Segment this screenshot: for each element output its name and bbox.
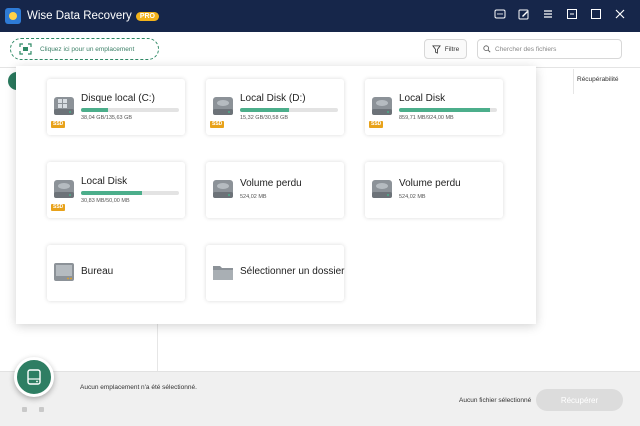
disk-name: Volume perdu (399, 178, 461, 189)
toolbar: Cliquez ici pour un emplacement Filtre (0, 32, 640, 68)
select-folder-card[interactable]: Sélectionner un dossier (206, 245, 345, 301)
desktop-icon (54, 263, 74, 281)
disk-name: Disque local (C:) (81, 93, 155, 104)
file-status-text: Aucun fichier sélectionné (459, 397, 532, 404)
ssd-badge: SSD (210, 121, 225, 128)
title-bar: Wise Data Recovery PRO (0, 0, 640, 32)
scan-target-icon (19, 43, 32, 55)
pager-dot[interactable] (22, 407, 27, 412)
disk-size: 30,83 MB/50,00 MB (81, 198, 130, 204)
location-card-local-disk-1[interactable]: SSD Local Disk 859,71 MB/924,00 MB (365, 79, 503, 135)
disk-name: Local Disk (399, 93, 446, 104)
ssd-badge: SSD (369, 121, 384, 128)
location-card-disque-c[interactable]: SSD Disque local (C:) 38,04 GB/135,63 GB (47, 79, 185, 135)
disk-size: 15,32 GB/30,58 GB (240, 115, 289, 121)
disk-usage-bar (81, 191, 179, 195)
filter-icon (431, 44, 441, 54)
location-selector[interactable]: Cliquez ici pour un emplacement (10, 38, 159, 60)
message-icon[interactable] (494, 8, 506, 20)
location-card-bureau[interactable]: Bureau (47, 245, 185, 301)
drive-icon (27, 369, 41, 385)
disk-name: Volume perdu (240, 178, 302, 189)
ssd-badge: SSD (51, 121, 66, 128)
filter-button[interactable]: Filtre (424, 39, 467, 59)
location-selector-label: Cliquez ici pour un emplacement (40, 45, 135, 53)
window-controls (494, 8, 626, 20)
folder-icon (213, 266, 233, 280)
minimize-icon[interactable] (566, 8, 578, 20)
search-box (477, 39, 622, 59)
app-title: Wise Data Recovery (27, 10, 132, 22)
location-card-local-disk-2[interactable]: SSD Local Disk 30,83 MB/50,00 MB (47, 162, 185, 218)
menu-icon[interactable] (542, 8, 554, 20)
recover-button[interactable]: Récupérer (536, 389, 623, 411)
pro-badge: PRO (135, 11, 159, 21)
location-card-volume-perdu-2[interactable]: Volume perdu 524,02 MB (365, 162, 503, 218)
drive-selector-button[interactable] (14, 357, 54, 397)
location-status-text: Aucun emplacement n'a été sélectionné. (80, 384, 197, 391)
disk-size: 524,02 MB (240, 194, 267, 200)
location-card-local-disk-d[interactable]: SSD Local Disk (D:) 15,32 GB/30,58 GB (206, 79, 344, 135)
disk-usage-fill (399, 108, 491, 112)
hard-drive-icon (213, 97, 233, 115)
pager-dots (22, 407, 44, 412)
feedback-edit-icon[interactable] (518, 8, 530, 20)
disk-name: Local Disk (D:) (240, 93, 306, 104)
column-header-recoverability[interactable]: Récupérabilité (573, 69, 640, 94)
disk-size: 859,71 MB/924,00 MB (399, 115, 454, 121)
app-logo-icon (5, 8, 21, 24)
hard-drive-icon (372, 97, 392, 115)
disk-usage-fill (81, 191, 142, 195)
search-icon (483, 45, 491, 53)
disk-size: 38,04 GB/135,63 GB (81, 115, 133, 121)
search-input[interactable] (495, 45, 615, 53)
disk-size: 524,02 MB (399, 194, 426, 200)
disk-name: Sélectionner un dossier (240, 266, 345, 277)
disk-usage-fill (240, 108, 289, 112)
ssd-badge: SSD (51, 204, 66, 211)
location-card-volume-perdu-1[interactable]: Volume perdu 524,02 MB (206, 162, 344, 218)
disk-name: Bureau (81, 266, 114, 277)
disk-name: Local Disk (81, 176, 128, 187)
filter-label: Filtre (444, 45, 460, 53)
disk-usage-bar (81, 108, 179, 112)
hard-drive-icon (213, 180, 233, 198)
hard-drive-icon (54, 180, 74, 198)
pager-dot[interactable] (39, 407, 44, 412)
disk-usage-fill (81, 108, 109, 112)
hard-drive-icon (372, 180, 392, 198)
location-picker-panel: SSD Disque local (C:) 38,04 GB/135,63 GB… (16, 66, 536, 324)
windows-drive-icon (54, 97, 74, 115)
maximize-icon[interactable] (590, 8, 602, 20)
disk-usage-bar (399, 108, 497, 112)
disk-usage-bar (240, 108, 338, 112)
close-icon[interactable] (614, 8, 626, 20)
